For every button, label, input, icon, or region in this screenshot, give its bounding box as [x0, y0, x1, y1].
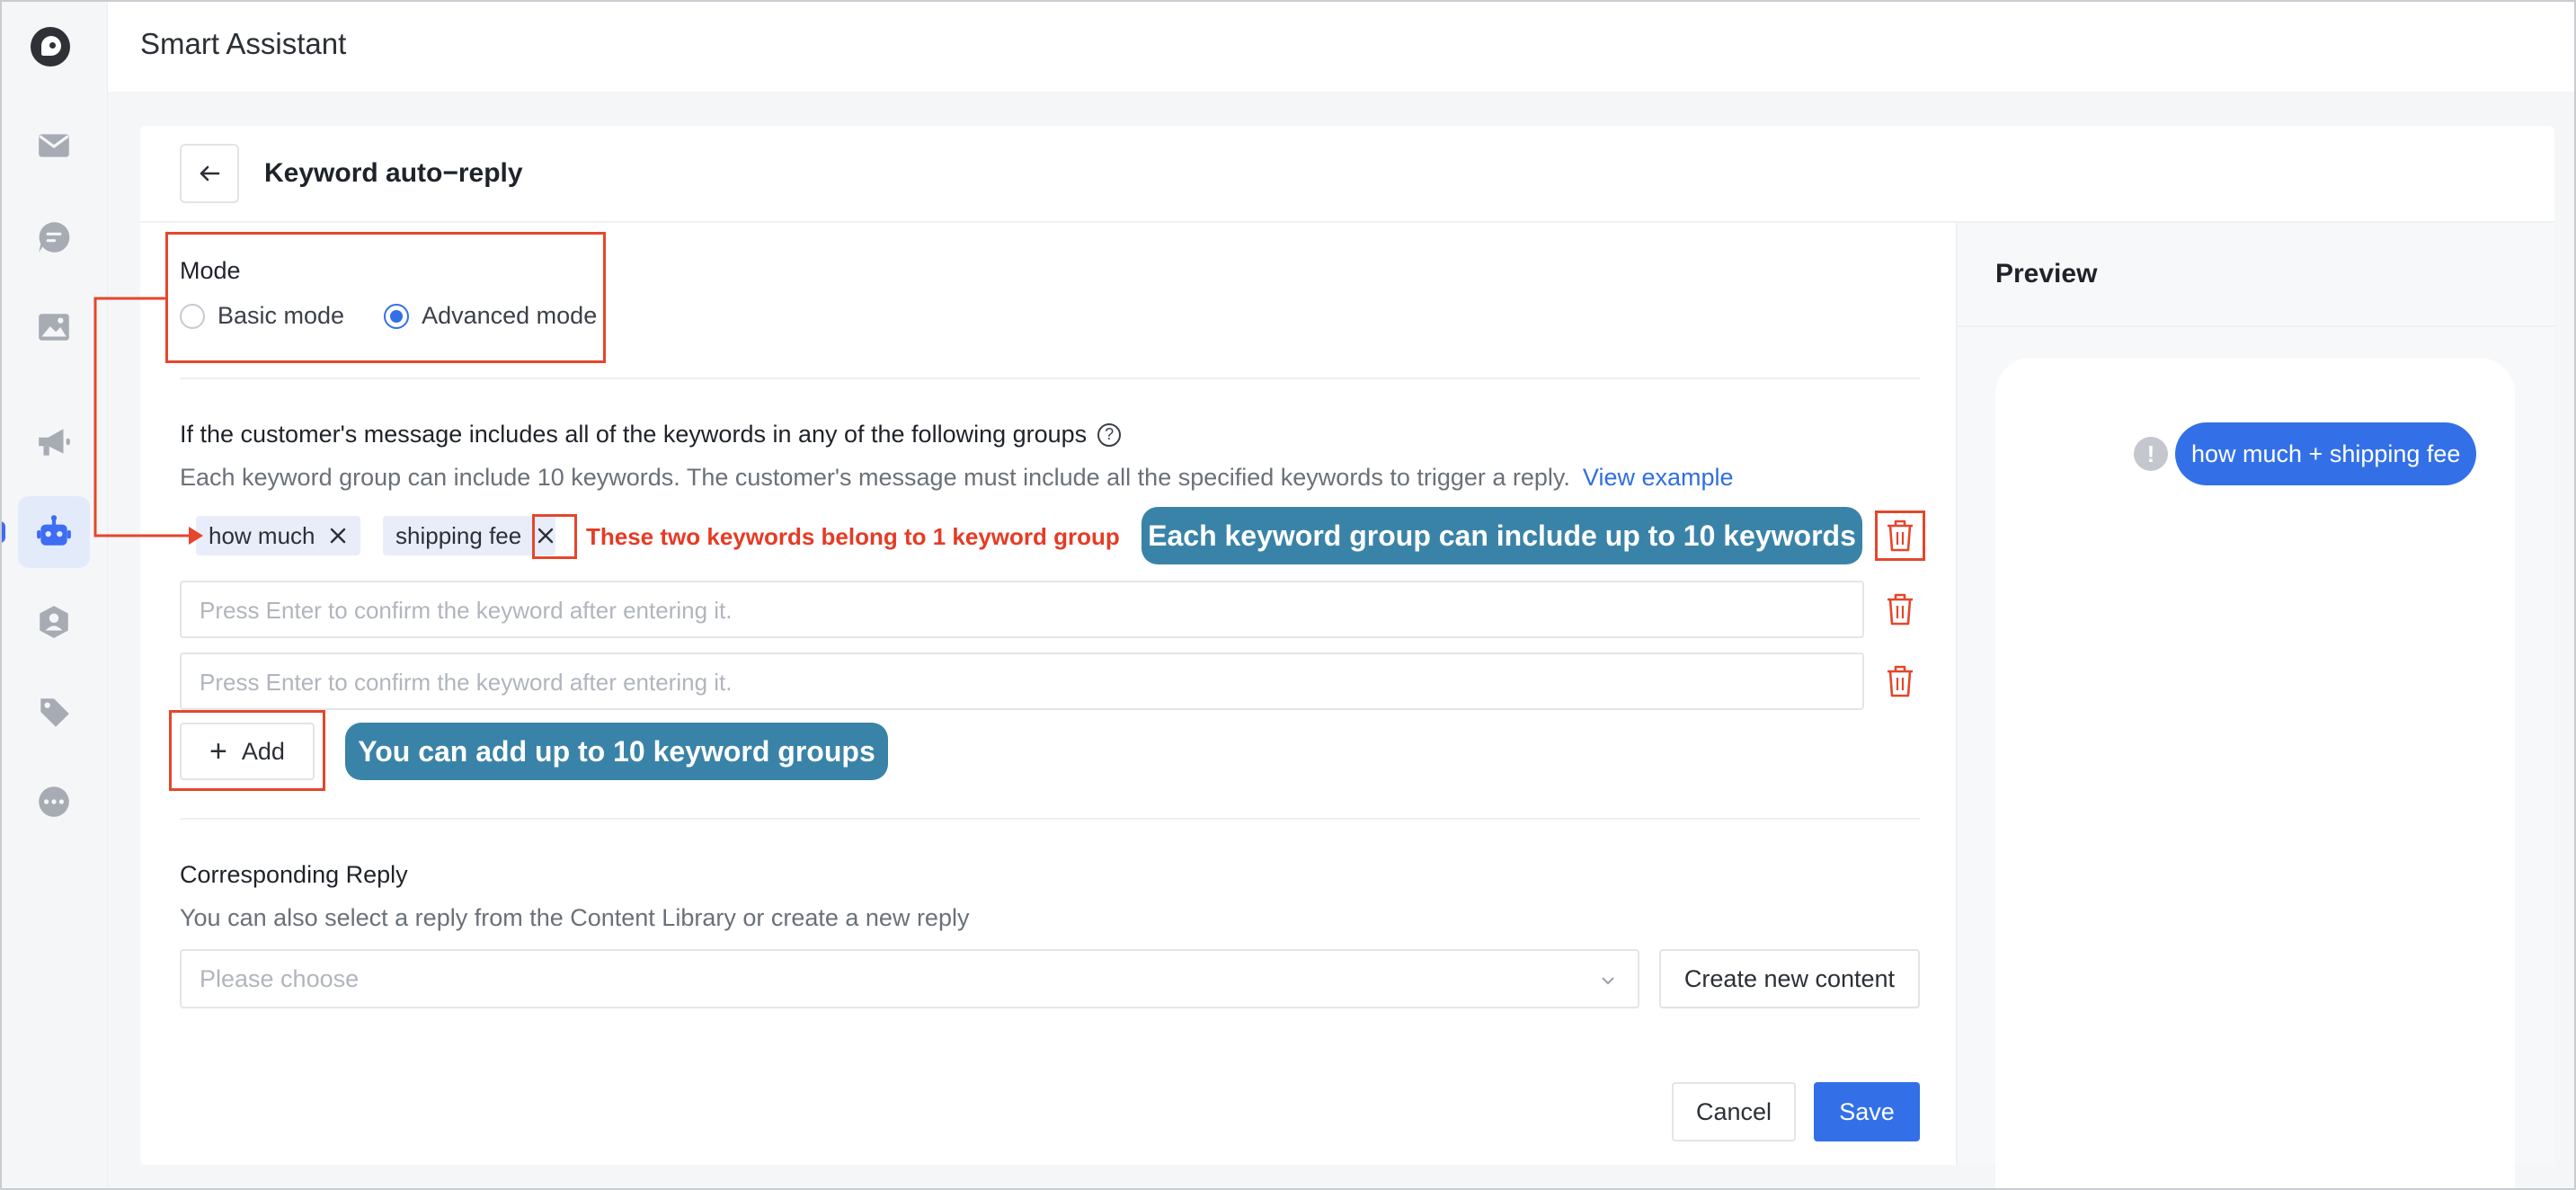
- phone-preview: ! how much + shipping fee: [1995, 358, 2515, 1190]
- main-card: Keyword auto−reply Mode Basic mode Advan…: [140, 126, 2556, 1190]
- more-icon: [39, 786, 69, 817]
- annotation-box-add: [169, 710, 325, 791]
- annotation-groups-limit: You can add up to 10 keyword groups: [345, 723, 888, 780]
- sidebar-item-chat[interactable]: [18, 201, 90, 273]
- trash-icon[interactable]: [1884, 663, 1916, 699]
- sidebar-item-tags[interactable]: [18, 676, 90, 748]
- megaphone-icon: [39, 429, 70, 456]
- reply-hint: You can also select a reply from the Con…: [180, 904, 970, 931]
- keyword-group-2[interactable]: Press Enter to confirm the keyword after…: [180, 581, 1864, 638]
- reply-title: Corresponding Reply: [180, 861, 408, 888]
- mail-icon: [39, 134, 69, 157]
- active-indicator: [0, 521, 5, 543]
- keyword-tag-label: shipping fee: [395, 521, 522, 549]
- top-bar: Smart Assistant: [108, 0, 2576, 92]
- image-icon: [39, 314, 69, 341]
- sidebar-item-smart-assistant[interactable]: [18, 496, 90, 568]
- keyword-group-3[interactable]: Press Enter to confirm the keyword after…: [180, 653, 1864, 710]
- view-example-link[interactable]: View example: [1583, 464, 1734, 491]
- preview-title: Preview: [1995, 259, 2098, 289]
- card-header: Keyword auto−reply: [140, 126, 2554, 223]
- chat-icon: [39, 222, 70, 253]
- sidebar-item-contacts[interactable]: [18, 586, 90, 658]
- sidebar-item-mail[interactable]: [18, 110, 90, 182]
- user-group-icon: [40, 606, 68, 638]
- keyword-tag: shipping fee: [383, 516, 556, 555]
- robot-icon: [37, 515, 71, 546]
- sidebar-item-more[interactable]: [18, 766, 90, 838]
- keyword-tag: how much: [196, 516, 360, 555]
- tag-icon: [40, 698, 69, 727]
- reply-select[interactable]: Please choose: [180, 949, 1639, 1008]
- annotation-box-delete: [1875, 511, 1925, 561]
- app-logo: [31, 27, 70, 67]
- annotation-keywords-limit: Each keyword group can include up to 10 …: [1141, 507, 1862, 564]
- chevron-down-icon: [1602, 977, 1614, 985]
- close-icon[interactable]: [328, 526, 348, 546]
- preview-message-bubble: how much + shipping fee: [2175, 422, 2477, 485]
- sidebar-item-image[interactable]: [18, 291, 90, 363]
- annotation-group-note: These two keywords belong to 1 keyword g…: [586, 523, 1120, 550]
- keywords-title-text: If the customer's message includes all o…: [180, 421, 1088, 448]
- keywords-title: If the customer's message includes all o…: [180, 421, 1122, 448]
- keyword-input-placeholder: Press Enter to confirm the keyword after…: [200, 669, 733, 696]
- cancel-button[interactable]: Cancel: [1672, 1082, 1796, 1141]
- keyword-input-placeholder: Press Enter to confirm the keyword after…: [200, 597, 733, 624]
- app-title: Smart Assistant: [140, 27, 347, 60]
- divider: [180, 818, 1920, 820]
- divider: [180, 377, 1920, 379]
- annotation-box-remove: [532, 514, 577, 559]
- page-title: Keyword auto−reply: [264, 158, 523, 188]
- back-button[interactable]: [180, 144, 239, 203]
- reply-select-placeholder: Please choose: [200, 965, 360, 992]
- save-button[interactable]: Save: [1814, 1082, 1920, 1141]
- divider: [1958, 325, 2556, 327]
- arrow-left-icon: [200, 165, 220, 182]
- help-icon[interactable]: ?: [1097, 422, 1122, 447]
- keyword-tag-label: how much: [209, 521, 315, 549]
- preview-panel: Preview ! how much + shipping fee: [1956, 223, 2556, 1190]
- warning-icon: !: [2134, 437, 2168, 471]
- trash-icon[interactable]: [1884, 591, 1916, 627]
- sidebar: [0, 0, 108, 1190]
- keywords-hint: Each keyword group can include 10 keywor…: [180, 464, 1734, 492]
- sidebar-item-broadcast[interactable]: [18, 406, 90, 478]
- keywords-hint-text: Each keyword group can include 10 keywor…: [180, 464, 1570, 491]
- create-new-content-button[interactable]: Create new content: [1659, 949, 1920, 1008]
- annotation-box-mode: [165, 232, 606, 363]
